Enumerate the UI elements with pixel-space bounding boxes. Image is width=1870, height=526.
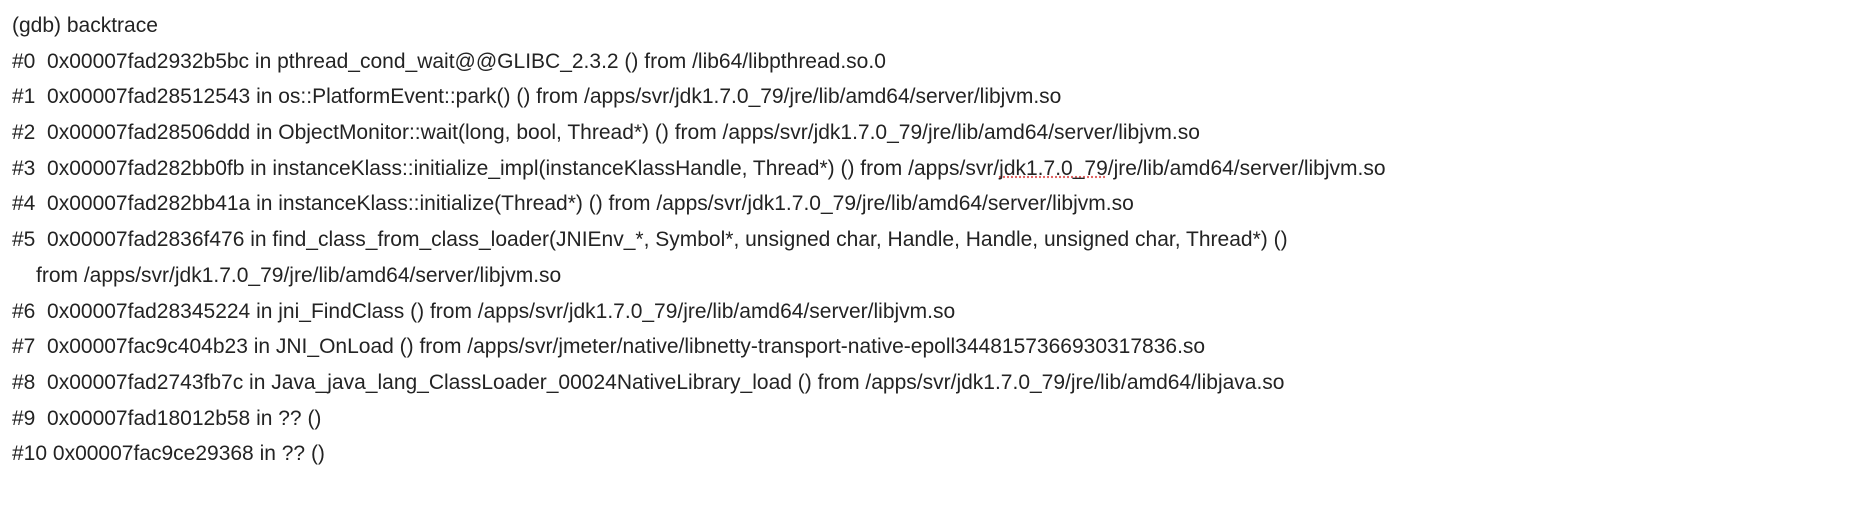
frame-address: 0x00007fad28506ddd (47, 121, 250, 144)
frame-index: #6 (12, 300, 35, 323)
frame-index: #2 (12, 121, 35, 144)
backtrace-frame: #9 0x00007fad18012b58 in ?? () (12, 401, 1858, 437)
frame-detail: in ObjectMonitor::wait(long, bool, Threa… (250, 121, 1200, 144)
backtrace-frame: #5 0x00007fad2836f476 in find_class_from… (12, 222, 1858, 258)
spellcheck-squiggle: jdk1.7.0_79 (999, 157, 1108, 180)
gdb-prompt: (gdb) backtrace (12, 14, 158, 37)
frame-detail: in os::PlatformEvent::park() () from /ap… (250, 85, 1061, 108)
gdb-prompt-line: (gdb) backtrace (12, 8, 1858, 44)
frame-address: 0x00007fad2932b5bc (47, 50, 249, 73)
frame-detail: /jre/lib/amd64/server/libjvm.so (1108, 157, 1386, 180)
frame-index: #0 (12, 50, 35, 73)
frame-address: 0x00007fad2743fb7c (47, 371, 243, 394)
frame-detail: from /apps/svr/jdk1.7.0_79/jre/lib/amd64… (36, 264, 561, 287)
frame-detail: in instanceKlass::initialize(Thread*) ()… (250, 192, 1134, 215)
frame-index: #7 (12, 335, 35, 358)
backtrace-frame: #6 0x00007fad28345224 in jni_FindClass (… (12, 294, 1858, 330)
backtrace-frame: #8 0x00007fad2743fb7c in Java_java_lang_… (12, 365, 1858, 401)
frame-address: 0x00007fad282bb41a (47, 192, 250, 215)
backtrace-frame: #10 0x00007fac9ce29368 in ?? () (12, 436, 1858, 472)
frame-index: #9 (12, 407, 35, 430)
frame-detail: in jni_FindClass () from /apps/svr/jdk1.… (250, 300, 955, 323)
frame-index: #4 (12, 192, 35, 215)
frame-index: #10 (12, 442, 47, 465)
frame-address: 0x00007fac9ce29368 (53, 442, 254, 465)
frame-address: 0x00007fad2836f476 (47, 228, 244, 251)
frame-detail: in instanceKlass::initialize_impl(instan… (244, 157, 999, 180)
frame-address: 0x00007fad28512543 (47, 85, 250, 108)
frame-address: 0x00007fad282bb0fb (47, 157, 244, 180)
frame-detail: in JNI_OnLoad () from /apps/svr/jmeter/n… (248, 335, 1205, 358)
backtrace-frame: #2 0x00007fad28506ddd in ObjectMonitor::… (12, 115, 1858, 151)
frame-index: #1 (12, 85, 35, 108)
backtrace-frame: #0 0x00007fad2932b5bc in pthread_cond_wa… (12, 44, 1858, 80)
frame-index: #8 (12, 371, 35, 394)
frame-address: 0x00007fad18012b58 (47, 407, 250, 430)
frame-detail: in ?? () (254, 442, 325, 465)
backtrace-frame: #1 0x00007fad28512543 in os::PlatformEve… (12, 79, 1858, 115)
frame-index: #3 (12, 157, 35, 180)
frame-detail: in find_class_from_class_loader(JNIEnv_*… (244, 228, 1287, 251)
frame-address: 0x00007fac9c404b23 (47, 335, 248, 358)
frame-index: #5 (12, 228, 35, 251)
frame-detail: in ?? () (250, 407, 321, 430)
backtrace-frame-continuation: from /apps/svr/jdk1.7.0_79/jre/lib/amd64… (12, 258, 1858, 294)
backtrace-frame: #3 0x00007fad282bb0fb in instanceKlass::… (12, 151, 1858, 187)
backtrace-frame: #7 0x00007fac9c404b23 in JNI_OnLoad () f… (12, 329, 1858, 365)
frame-detail: in Java_java_lang_ClassLoader_00024Nativ… (243, 371, 1284, 394)
frame-detail: in pthread_cond_wait@@GLIBC_2.3.2 () fro… (249, 50, 886, 73)
backtrace-frame: #4 0x00007fad282bb41a in instanceKlass::… (12, 186, 1858, 222)
frame-address: 0x00007fad28345224 (47, 300, 250, 323)
